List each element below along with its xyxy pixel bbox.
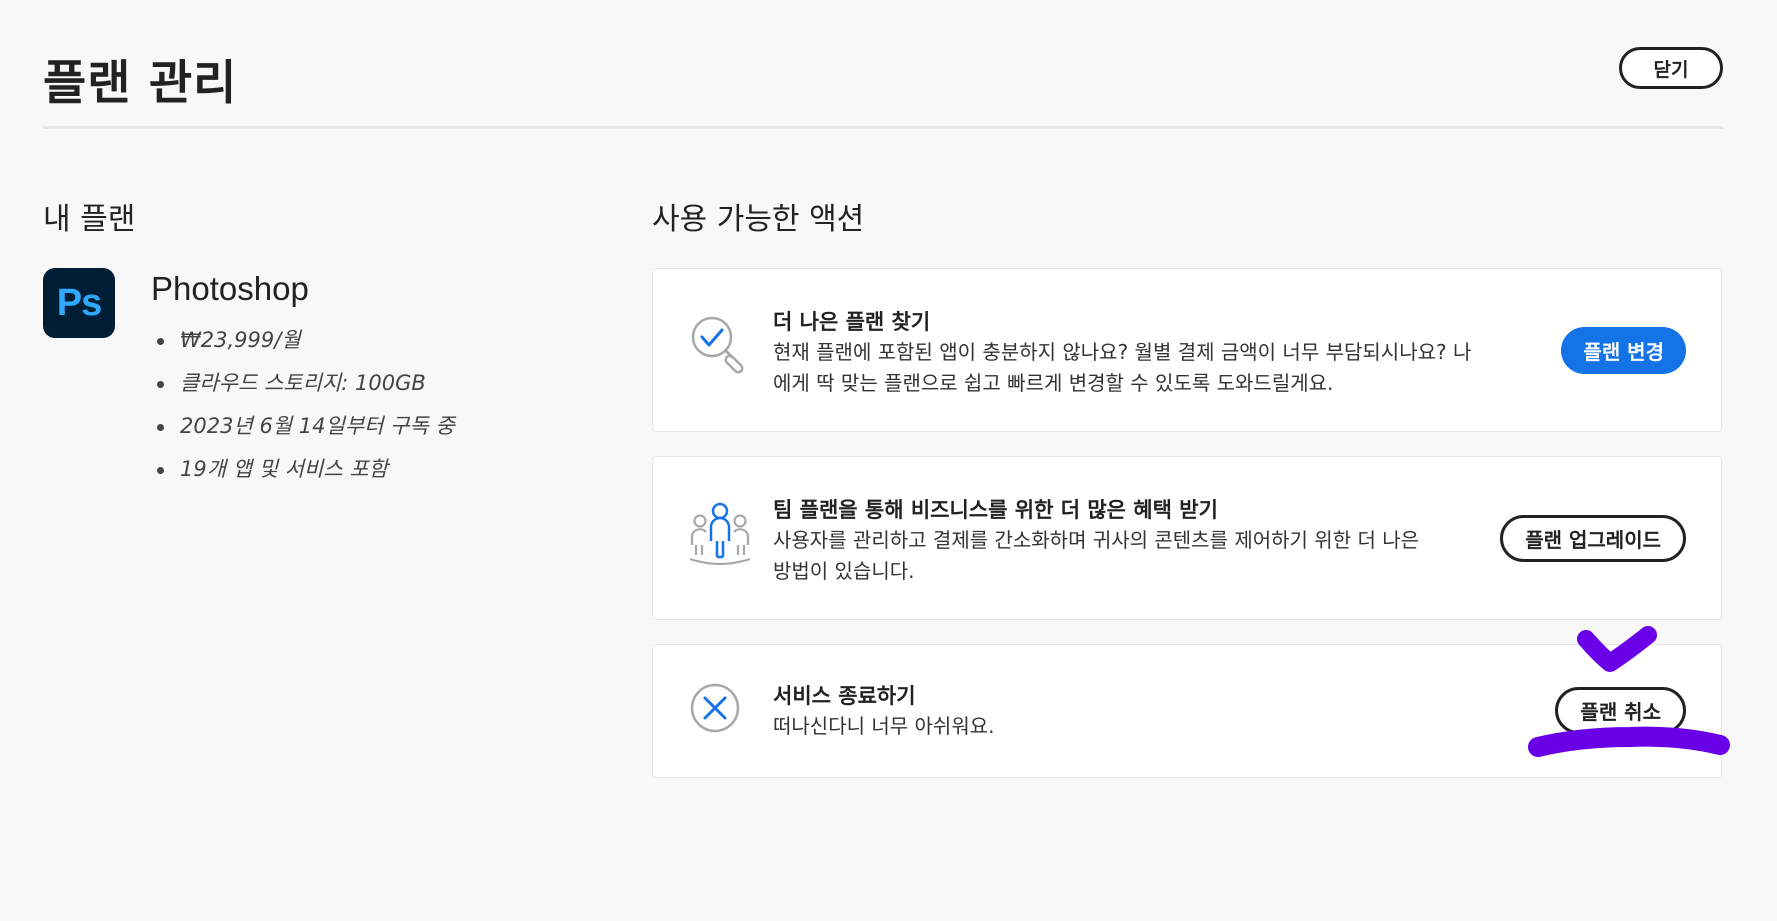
action-card-text: 서비스 종료하기 떠나신다니 너무 아쉬워요. [773,681,1513,742]
my-plan-heading: 내 플랜 [43,202,136,237]
close-circle-icon [688,681,742,739]
photoshop-logo-icon: Ps [43,268,115,338]
action-card-description-line: 방법이 있습니다. [773,559,915,583]
action-card-change-plan: 더 나은 플랜 찾기 현재 플랜에 포함된 앱이 충분하지 않나요? 월별 결제… [652,268,1722,432]
action-card-text: 더 나은 플랜 찾기 현재 플랜에 포함된 앱이 충분하지 않나요? 월별 결제… [773,307,1513,399]
product-name: Photoshop [151,270,309,307]
action-card-title: 서비스 종료하기 [773,684,916,708]
action-card-description-line: 사용자를 관리하고 결제를 간소화하며 귀사의 콘텐츠를 제어하기 위한 더 나… [773,528,1420,552]
actions-heading: 사용 가능한 액션 [652,202,865,237]
action-card-cancel-service: 서비스 종료하기 떠나신다니 너무 아쉬워요. 플랜 취소 [652,644,1722,778]
cancel-plan-button[interactable]: 플랜 취소 [1555,687,1686,734]
action-card-title: 더 나은 플랜 찾기 [773,310,931,334]
plan-subscription-date: 2023년 6월 14일부터 구독 중 [157,408,455,451]
magnifier-check-icon [688,313,752,381]
action-card-description-line: 떠나신다니 너무 아쉬워요. [773,714,995,738]
plan-details-list: ₩23,999/월 클라우드 스토리지: 100GB 2023년 6월 14일부… [157,322,455,494]
page-title: 플랜 관리 [43,56,238,111]
action-card-title: 팀 플랜을 통해 비즈니스를 위한 더 많은 혜택 받기 [773,498,1218,522]
change-plan-button[interactable]: 플랜 변경 [1561,327,1686,374]
plan-storage: 클라우드 스토리지: 100GB [157,365,455,408]
plan-included-apps: 19개 앱 및 서비스 포함 [157,451,455,494]
plan-price: ₩23,999/월 [157,322,455,365]
close-button[interactable]: 닫기 [1619,47,1723,89]
action-card-upgrade-plan: 팀 플랜을 통해 비즈니스를 위한 더 많은 혜택 받기 사용자를 관리하고 결… [652,456,1722,620]
page-header: 플랜 관리 닫기 [43,40,1723,129]
action-card-description-line: 에게 딱 맞는 플랜으로 쉽고 빠르게 변경할 수 있도록 도와드릴게요. [773,371,1334,395]
upgrade-plan-button[interactable]: 플랜 업그레이드 [1500,515,1686,562]
team-icon [688,501,752,573]
action-card-text: 팀 플랜을 통해 비즈니스를 위한 더 많은 혜택 받기 사용자를 관리하고 결… [773,495,1513,587]
action-card-description-line: 현재 플랜에 포함된 앱이 충분하지 않나요? 월별 결제 금액이 너무 부담되… [773,340,1472,364]
